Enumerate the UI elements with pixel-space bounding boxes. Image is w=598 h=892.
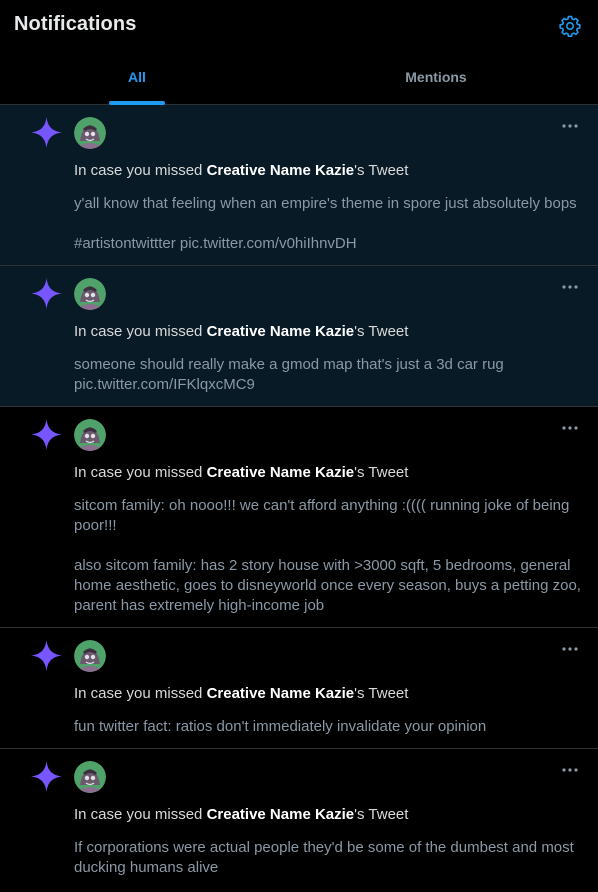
more-options-icon[interactable] [556, 642, 584, 656]
author-name[interactable]: Creative Name Kazie [207, 685, 355, 702]
notification-list: In case you missed Creative Name Kazie's… [0, 105, 598, 892]
tab-label: Mentions [405, 69, 467, 85]
notification-title: In case you missed Creative Name Kazie's… [74, 806, 409, 823]
author-name[interactable]: Creative Name Kazie [207, 162, 355, 179]
avatar[interactable] [74, 761, 106, 793]
header: Notifications [0, 0, 598, 52]
avatar[interactable] [74, 117, 106, 149]
sparkle-icon [31, 278, 62, 309]
notification-item[interactable]: In case you missed Creative Name Kazie's… [0, 749, 598, 892]
tab-label: All [128, 69, 146, 85]
notification-title: In case you missed Creative Name Kazie's… [74, 464, 409, 481]
notification-title: In case you missed Creative Name Kazie's… [74, 685, 409, 702]
more-options-icon[interactable] [556, 119, 584, 133]
tweet-text: someone should really make a gmod map th… [74, 356, 504, 393]
sparkle-icon [31, 640, 62, 671]
tweet-text: If corporations were actual people they'… [74, 839, 574, 876]
more-options-icon[interactable] [556, 280, 584, 294]
avatar[interactable] [74, 640, 106, 672]
tweet-text: fun twitter fact: ratios don't immediate… [74, 718, 487, 735]
author-name[interactable]: Creative Name Kazie [207, 323, 355, 340]
sparkle-icon [31, 761, 62, 792]
notification-item[interactable]: In case you missed Creative Name Kazie's… [0, 266, 598, 407]
tab-mentions[interactable]: Mentions [274, 52, 598, 104]
tweet-text: y'all know that feeling when an empire's… [74, 195, 577, 252]
notification-title: In case you missed Creative Name Kazie's… [74, 323, 409, 340]
settings-button[interactable] [558, 14, 582, 38]
notification-item[interactable]: In case you missed Creative Name Kazie's… [0, 407, 598, 628]
tweet-text: sitcom family: oh nooo!!! we can't affor… [74, 497, 581, 614]
notifications-page: Notifications All Mentions In case you m… [0, 0, 598, 892]
tab-all[interactable]: All [0, 52, 274, 105]
notification-item[interactable]: In case you missed Creative Name Kazie's… [0, 105, 598, 266]
more-options-icon[interactable] [556, 763, 584, 777]
page-title: Notifications [14, 13, 137, 35]
sparkle-icon [31, 419, 62, 450]
sparkle-icon [31, 117, 62, 148]
author-name[interactable]: Creative Name Kazie [207, 806, 355, 823]
author-name[interactable]: Creative Name Kazie [207, 464, 355, 481]
notification-title: In case you missed Creative Name Kazie's… [74, 162, 409, 179]
gear-icon [559, 15, 581, 37]
tab-bar: All Mentions [0, 52, 598, 105]
avatar[interactable] [74, 278, 106, 310]
notification-item[interactable]: In case you missed Creative Name Kazie's… [0, 628, 598, 749]
avatar[interactable] [74, 419, 106, 451]
more-options-icon[interactable] [556, 421, 584, 435]
